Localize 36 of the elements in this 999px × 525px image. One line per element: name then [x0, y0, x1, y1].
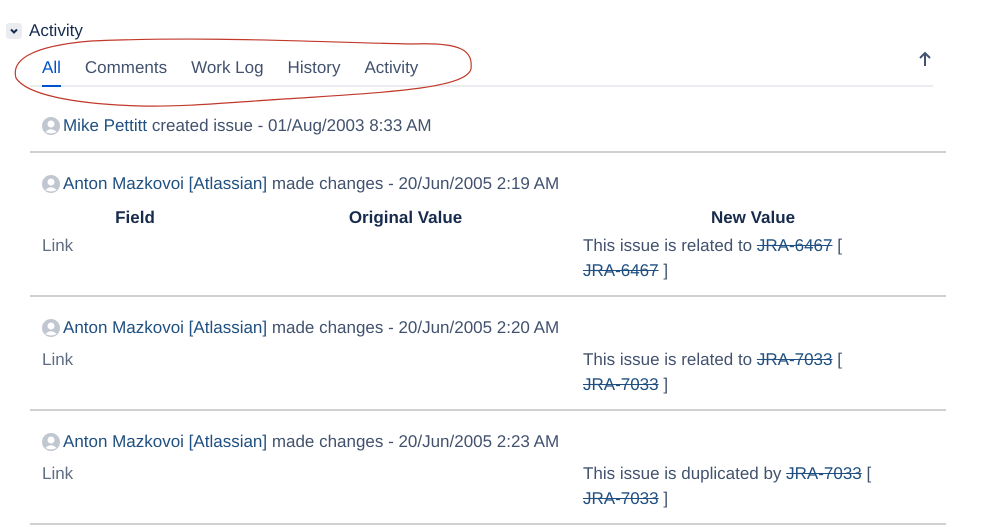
new-value-text: This issue is related to JRA-7033 [ JRA-7033 ]	[583, 349, 843, 396]
field-name: Link	[42, 236, 74, 255]
author-link[interactable]: Anton Mazkovoi [Atlassian]	[63, 318, 268, 337]
user-avatar-icon	[42, 117, 60, 135]
new-value-text: This issue is duplicated by JRA-7033 [ JRA-7033 ]	[583, 463, 872, 510]
issue-link[interactable]: JRA-7033	[756, 350, 832, 369]
column-header: Original Value	[348, 207, 464, 230]
issue-link[interactable]: JRA-7033	[583, 375, 659, 394]
user-avatar-icon	[42, 433, 60, 451]
entry-header: Mike Pettitt created issue - 01/Aug/2003 8:33 AM	[63, 115, 432, 137]
author-link[interactable]: Anton Mazkovoi [Atlassian]	[63, 174, 268, 193]
chevron-icon	[9, 26, 19, 36]
issue-link[interactable]: JRA-6467	[756, 236, 832, 255]
entry-header: Anton Mazkovoi [Atlassian] made changes - 20/Jun/2005 2:23 AM	[63, 431, 560, 453]
new-value-text: This issue is related to JRA-6467 [ JRA-6467 ]	[583, 235, 843, 282]
user-avatar-icon	[42, 319, 60, 337]
tab[interactable]: Activity	[364, 54, 418, 87]
author-link[interactable]: Mike Pettitt	[63, 116, 148, 135]
column-header: New Value	[710, 207, 796, 230]
issue-link[interactable]: JRA-7033	[786, 464, 862, 483]
field-name: Link	[42, 350, 74, 369]
user-avatar-icon	[42, 175, 60, 193]
author-link[interactable]: Anton Mazkovoi [Atlassian]	[63, 432, 268, 451]
tab[interactable]: Work Log	[191, 54, 264, 87]
tab[interactable]: All	[42, 54, 61, 87]
tab[interactable]: Comments	[84, 54, 168, 87]
tab[interactable]: History	[288, 54, 340, 87]
issue-link[interactable]: JRA-7033	[583, 489, 659, 508]
arrow-up-icon[interactable]	[919, 51, 931, 67]
field-name: Link	[42, 464, 74, 483]
column-header: Field	[114, 207, 156, 230]
section-title: Activity	[29, 21, 83, 41]
issue-link[interactable]: JRA-6467	[583, 261, 659, 280]
entry-header: Anton Mazkovoi [Atlassian] made changes - 20/Jun/2005 2:20 AM	[63, 317, 560, 339]
collapse-toggle[interactable]	[6, 23, 22, 39]
entry-header: Anton Mazkovoi [Atlassian] made changes - 20/Jun/2005 2:19 AM	[63, 173, 560, 195]
